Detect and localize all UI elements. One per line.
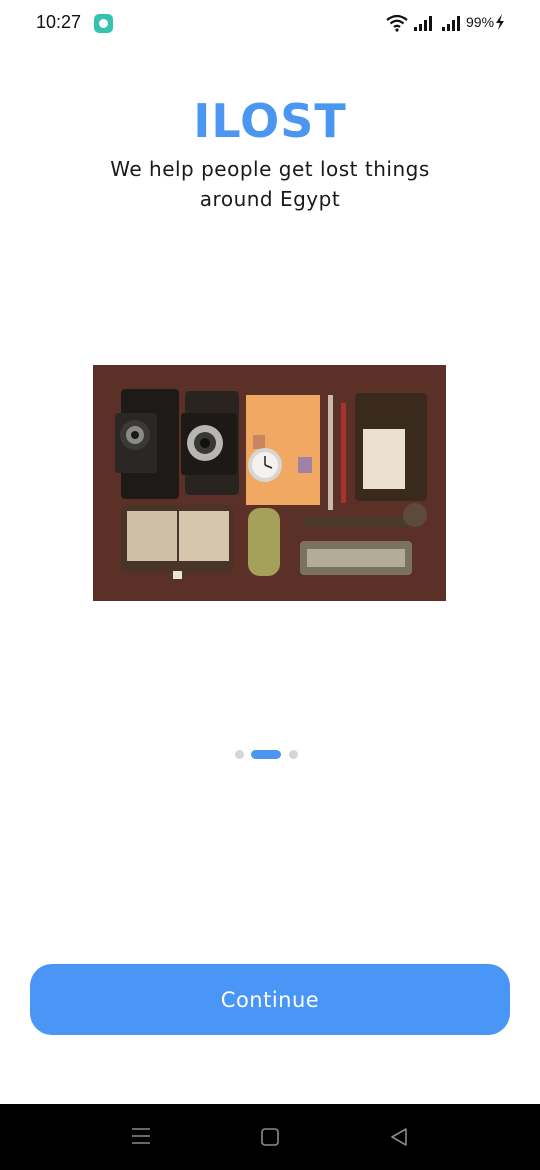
home-icon[interactable] — [261, 1128, 279, 1146]
page-dot-active — [251, 750, 281, 759]
signal-icon — [414, 16, 432, 31]
battery-level: 99% — [466, 14, 495, 30]
menu-icon[interactable] — [131, 1126, 151, 1146]
system-nav-bar — [0, 1104, 540, 1170]
app-title: ILOST — [193, 94, 347, 148]
page-dot — [235, 750, 244, 759]
page-indicator — [0, 750, 540, 760]
wifi-icon — [386, 14, 408, 32]
back-icon[interactable] — [389, 1127, 409, 1147]
status-bar: 10:27 99% — [0, 0, 540, 46]
page-dot — [289, 750, 298, 759]
continue-button[interactable]: Continue — [30, 964, 510, 1035]
vintage-objects-photo — [93, 365, 446, 601]
chat-notification-icon — [94, 14, 113, 33]
status-time: 10:27 — [36, 12, 82, 32]
signal-icon — [442, 16, 460, 31]
charging-icon — [496, 14, 504, 30]
app-subtitle: We help people get lost things around Eg… — [110, 157, 430, 211]
